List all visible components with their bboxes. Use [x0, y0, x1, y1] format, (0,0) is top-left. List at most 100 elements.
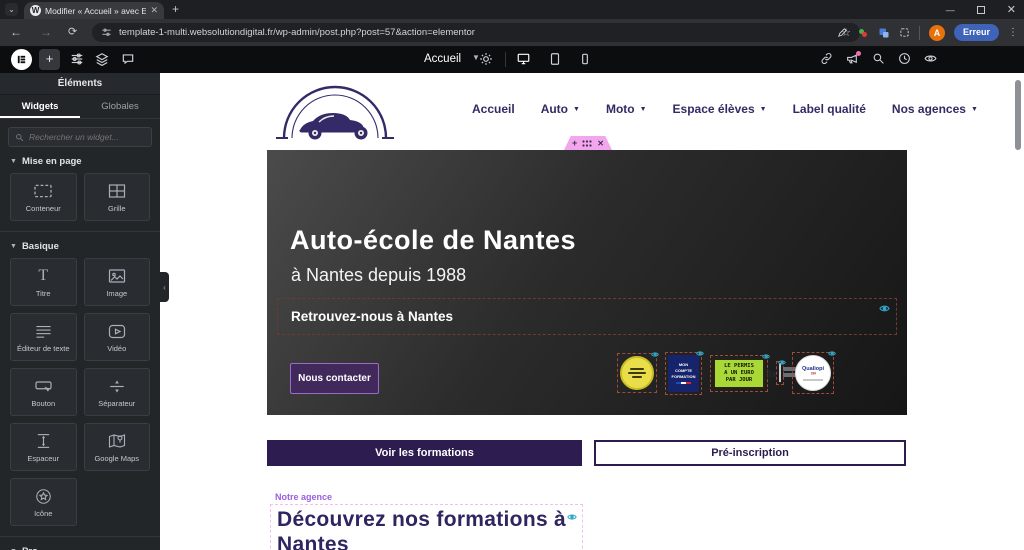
structure-layers-icon[interactable]	[95, 52, 109, 66]
visibility-eye-icon[interactable]	[651, 351, 659, 358]
widget-bouton[interactable]: Bouton	[10, 368, 77, 416]
hero-banner-widget[interactable]: Retrouvez-nous à Nantes	[277, 298, 897, 335]
panel-tabs: Widgets Globales	[0, 95, 160, 119]
widget-espaceur[interactable]: Espaceur	[10, 423, 77, 471]
nav-item-auto[interactable]: Auto ▼	[541, 102, 580, 116]
canvas-scrollbar[interactable]	[1015, 80, 1021, 150]
section-label: Basique	[21, 241, 59, 252]
section-layout[interactable]: ▼ Mise en page	[10, 156, 150, 167]
nav-item-accueil[interactable]: Accueil	[472, 102, 515, 116]
editor-canvas[interactable]: Accueil Auto ▼ Moto ▼ Espace élèves ▼ La…	[160, 73, 1024, 550]
delete-container-icon[interactable]: ✕	[597, 139, 604, 148]
notes-comment-icon[interactable]	[121, 52, 135, 66]
browser-menu-icon[interactable]: ⋮	[1008, 27, 1018, 38]
badge-permis-1-euro[interactable]: LE PERMIS A UN EURO PAR JOUR	[710, 353, 770, 392]
hero-subtitle: à Nantes depuis 1988	[291, 265, 467, 285]
tab-widgets[interactable]: Widgets	[0, 95, 80, 118]
cta-pre-inscription-button[interactable]: Pré-inscription	[594, 440, 906, 466]
badge-mon-compte-formation-image: MON COMPTE FORMATION	[668, 354, 699, 392]
tab-globals[interactable]: Globales	[80, 95, 160, 118]
widget-video[interactable]: Vidéo	[83, 313, 150, 361]
drag-handle-icon[interactable]	[582, 139, 592, 147]
reload-icon[interactable]: ⟳	[68, 25, 77, 38]
widget-conteneur[interactable]: Conteneur	[10, 173, 77, 221]
window-maximize-icon[interactable]	[976, 5, 985, 14]
widget-grid-basic: T Titre Image Éditeur de texte Vidéo Bou…	[10, 258, 150, 526]
extension-color-icon[interactable]	[857, 27, 869, 39]
forward-icon[interactable]: →	[40, 25, 52, 39]
visibility-eye-icon[interactable]	[762, 353, 770, 360]
nav-item-espace-eleves[interactable]: Espace élèves ▼	[673, 102, 767, 116]
window-close-icon[interactable]: ✕	[1007, 3, 1016, 16]
visibility-eye-icon[interactable]	[696, 350, 704, 357]
tab-search-button[interactable]: ⌄	[5, 3, 18, 16]
window-minimize-icon[interactable]: —	[946, 5, 955, 15]
button-icon	[34, 376, 53, 396]
tab-close-icon[interactable]: ✕	[150, 5, 158, 16]
badge-paiement-3x[interactable]: 3x	[766, 359, 803, 385]
site-logo-car-icon[interactable]	[275, 81, 395, 145]
elementor-top-bar: + Accueil ▼ Publier ▼	[0, 46, 1024, 119]
widget-grille[interactable]: Grille	[83, 173, 150, 221]
device-mobile-icon[interactable]	[578, 52, 592, 66]
preview-eye-icon[interactable]	[924, 52, 937, 65]
nav-item-nos-agences[interactable]: Nos agences ▼	[892, 102, 978, 116]
widget-image[interactable]: Image	[83, 258, 150, 306]
document-switcher[interactable]: Accueil	[424, 53, 461, 65]
widget-google-maps[interactable]: Google Maps	[83, 423, 150, 471]
cta-voir-formations-button[interactable]: Voir les formations	[267, 440, 582, 466]
elementor-logo-icon[interactable]	[11, 49, 32, 70]
nav-label: Accueil	[472, 102, 515, 116]
widget-icone[interactable]: Icône	[10, 478, 77, 526]
visibility-eye-icon[interactable]	[879, 304, 890, 313]
section-basic[interactable]: ▼ Basique	[10, 241, 150, 252]
nav-item-moto[interactable]: Moto ▼	[606, 102, 647, 116]
widget-titre[interactable]: T Titre	[10, 258, 77, 306]
badge-qualiopi[interactable]: Qualiopi »»	[792, 350, 836, 394]
nav-item-label-qualite[interactable]: Label qualité	[793, 102, 866, 116]
site-navigation: Accueil Auto ▼ Moto ▼ Espace élèves ▼ La…	[472, 102, 978, 116]
extensions-row: A Erreur ⋮	[837, 19, 1024, 46]
extensions-icon[interactable]	[899, 27, 910, 38]
widget-search-input[interactable]	[29, 132, 139, 142]
widget-editeur-texte[interactable]: Éditeur de texte	[10, 313, 77, 361]
history-clock-icon[interactable]	[898, 52, 911, 65]
collapse-triangle-icon: ▼	[10, 158, 17, 165]
extension-pencil-icon[interactable]	[837, 27, 848, 38]
hero-section[interactable]: Auto-école de Nantes à Nantes depuis 198…	[267, 150, 907, 415]
hero-title: Auto-école de Nantes	[290, 225, 577, 255]
section-heading-widget[interactable]: Découvrez nos formations à Nantes	[270, 504, 583, 550]
widget-separateur[interactable]: Séparateur	[83, 368, 150, 416]
container-handle[interactable]: + ✕	[564, 136, 612, 150]
visibility-eye-icon[interactable]	[828, 350, 836, 357]
device-tablet-icon[interactable]	[548, 52, 562, 66]
image-icon	[108, 266, 126, 286]
back-icon[interactable]: ←	[10, 25, 22, 39]
browser-tab[interactable]: W Modifier « Accueil » avec Elem ✕	[24, 2, 164, 19]
add-container-icon[interactable]: +	[572, 138, 577, 148]
widget-label: Éditeur de texte	[16, 344, 70, 353]
profile-avatar[interactable]: A	[928, 24, 945, 41]
badge-mon-compte-formation[interactable]: MON COMPTE FORMATION	[665, 350, 704, 395]
add-element-button[interactable]: +	[39, 49, 60, 70]
window-controls: — ✕	[946, 0, 1016, 19]
widget-search[interactable]	[8, 127, 152, 147]
url-omnibox[interactable]: template-1-multi.websolutiondigital.fr/w…	[92, 23, 860, 42]
error-button[interactable]: Erreur	[953, 24, 999, 41]
widget-label: Bouton	[31, 399, 56, 408]
site-info-icon[interactable]	[101, 27, 112, 38]
finder-search-icon[interactable]	[872, 52, 885, 65]
widget-label: Séparateur	[98, 399, 136, 408]
device-desktop-icon[interactable]	[516, 52, 531, 66]
visibility-eye-icon[interactable]	[778, 359, 786, 366]
extension-translate-icon[interactable]	[878, 27, 890, 39]
contact-button[interactable]: Nous contacter	[290, 363, 379, 394]
section-pro[interactable]: ▼ Pro	[10, 546, 150, 550]
settings-sliders-icon[interactable]	[70, 52, 84, 66]
copy-link-icon[interactable]	[820, 52, 833, 65]
visibility-eye-icon[interactable]	[567, 513, 577, 521]
page-settings-gear-icon[interactable]	[479, 52, 493, 66]
new-tab-button[interactable]: +	[172, 2, 179, 16]
panel-collapse-handle[interactable]: ‹	[160, 272, 169, 302]
badge-ecole-qualite[interactable]	[617, 351, 659, 393]
